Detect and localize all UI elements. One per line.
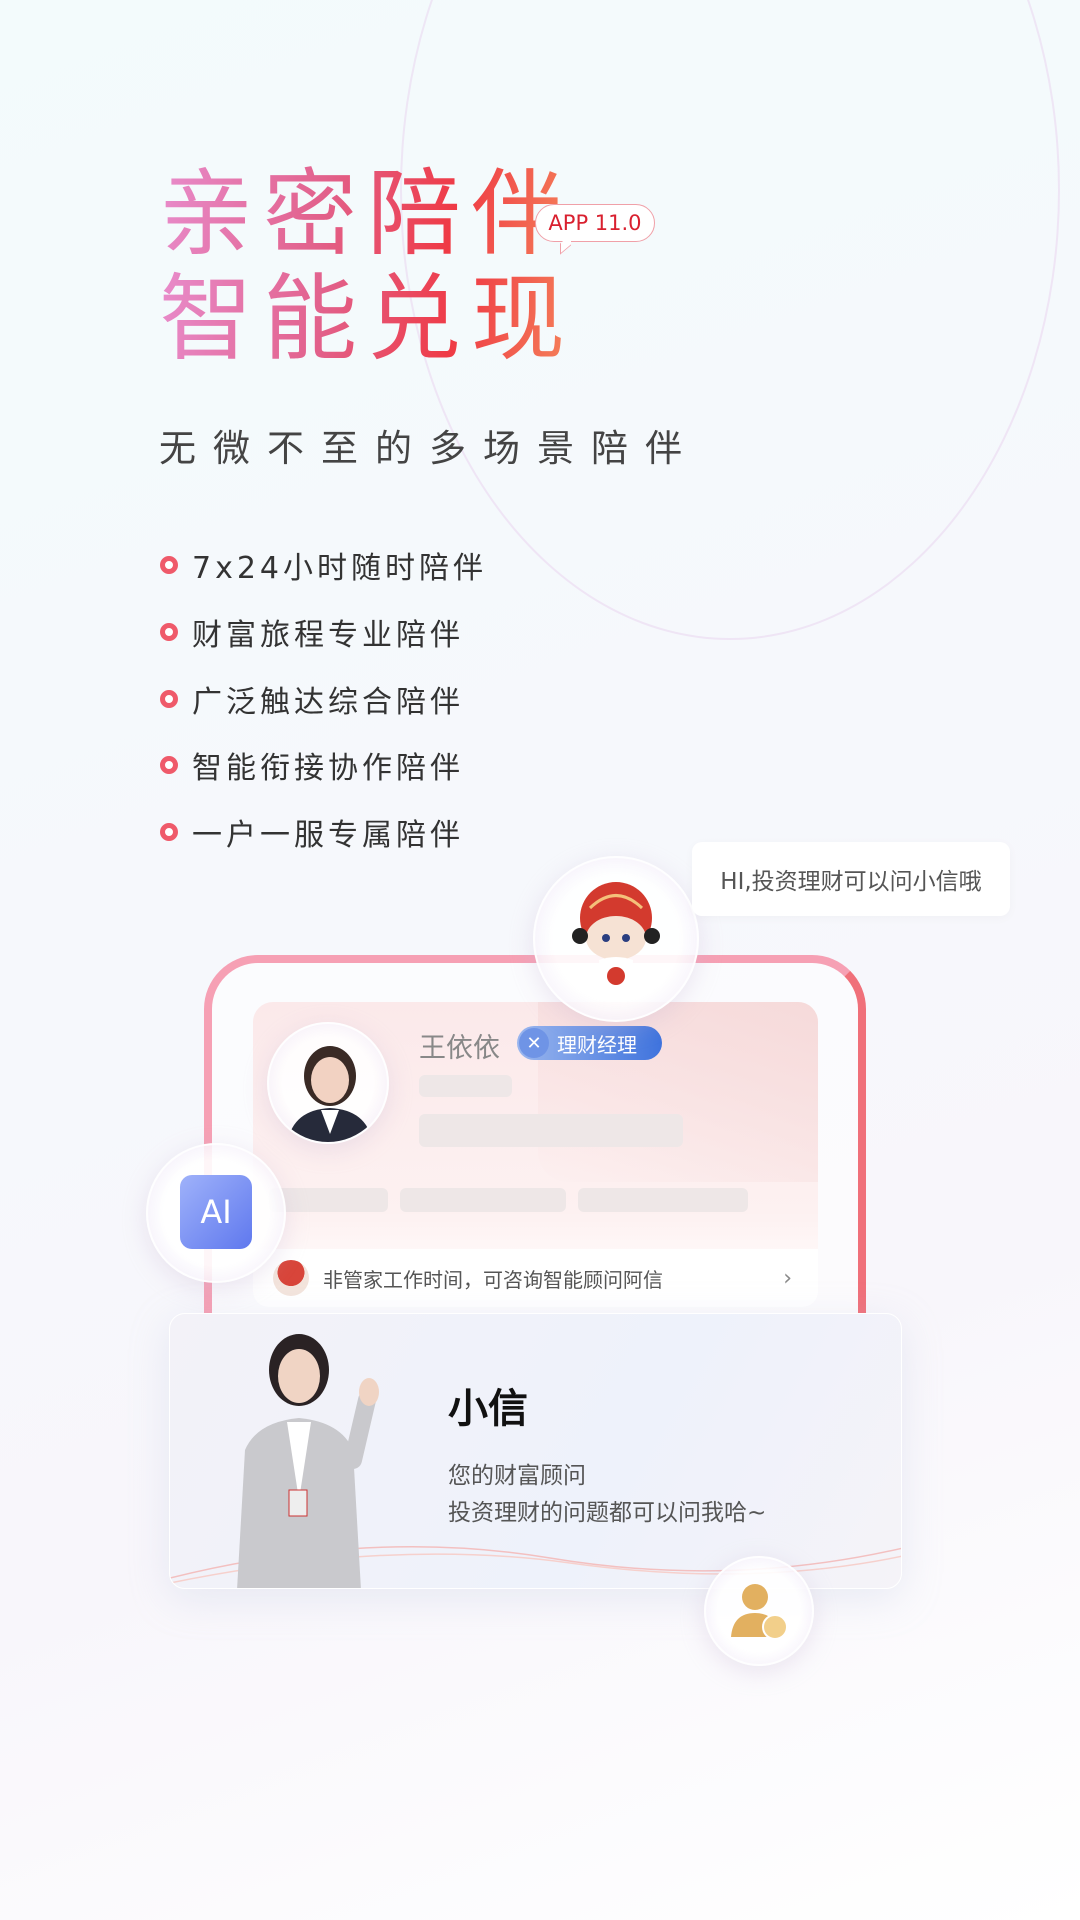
feature-label: 广泛触达综合陪伴 (192, 685, 464, 720)
advisor-circle[interactable] (704, 1556, 814, 1666)
role-badge: ✕ 理财经理 (517, 1026, 662, 1060)
manager-avatar (267, 1022, 389, 1144)
feature-item: 广泛触达综合陪伴 (160, 677, 464, 721)
bullet-icon (160, 623, 178, 641)
feature-item: 财富旅程专业陪伴 (160, 610, 464, 654)
hero-title-line1: 亲密陪伴 (159, 160, 576, 269)
ai-label: AI (200, 1193, 232, 1231)
mascot-mini-icon (273, 1260, 309, 1296)
mascot-speech-bubble: HI,投资理财可以问小信哦 (692, 842, 1010, 916)
skeleton-bar (400, 1188, 566, 1212)
assistant-desc-line2: 投资理财的问题都可以问我哈~ (448, 1500, 767, 1526)
feature-item: 智能衔接协作陪伴 (160, 743, 464, 787)
after-hours-text: 非管家工作时间，可咨询智能顾问阿信 (323, 1267, 663, 1292)
advisor-icon (731, 1584, 788, 1640)
assistant-desc-line1: 您的财富顾问 (448, 1463, 586, 1489)
assistant-name: 小信 (448, 1386, 528, 1432)
ai-icon[interactable]: AI (180, 1175, 252, 1249)
chevron-right-icon[interactable]: › (783, 1266, 792, 1291)
skeleton-bar (419, 1075, 512, 1097)
feature-label: 财富旅程专业陪伴 (192, 618, 464, 653)
feature-item: 7x24小时随时陪伴 (160, 543, 487, 587)
bullet-icon (160, 756, 178, 774)
hero-subtitle: 无微不至的多场景陪伴 (159, 427, 699, 470)
assistant-card[interactable]: 小信 您的财富顾问 投资理财的问题都可以问我哈~ (169, 1313, 902, 1589)
bullet-icon (160, 823, 178, 841)
version-badge: APP 11.0 (535, 204, 655, 242)
mascot-avatar[interactable] (533, 856, 699, 1022)
manager-name: 王依依 (419, 1033, 500, 1064)
skeleton-bar (269, 1188, 388, 1212)
skeleton-bar (578, 1188, 748, 1212)
bullet-icon (160, 690, 178, 708)
assistant-figure (237, 1334, 379, 1588)
hero-title-line2: 智能兑现 (159, 265, 576, 374)
feature-label: 一户一服专属陪伴 (192, 818, 464, 853)
feature-label: 智能衔接协作陪伴 (192, 751, 464, 786)
feature-item: 一户一服专属陪伴 (160, 810, 464, 854)
feature-label: 7x24小时随时陪伴 (192, 551, 488, 586)
skeleton-bar (419, 1114, 683, 1147)
role-badge-label: 理财经理 (557, 1032, 637, 1057)
role-icon: ✕ (519, 1028, 549, 1058)
after-hours-row[interactable]: 非管家工作时间，可咨询智能顾问阿信 › (253, 1249, 818, 1307)
bullet-icon (160, 556, 178, 574)
